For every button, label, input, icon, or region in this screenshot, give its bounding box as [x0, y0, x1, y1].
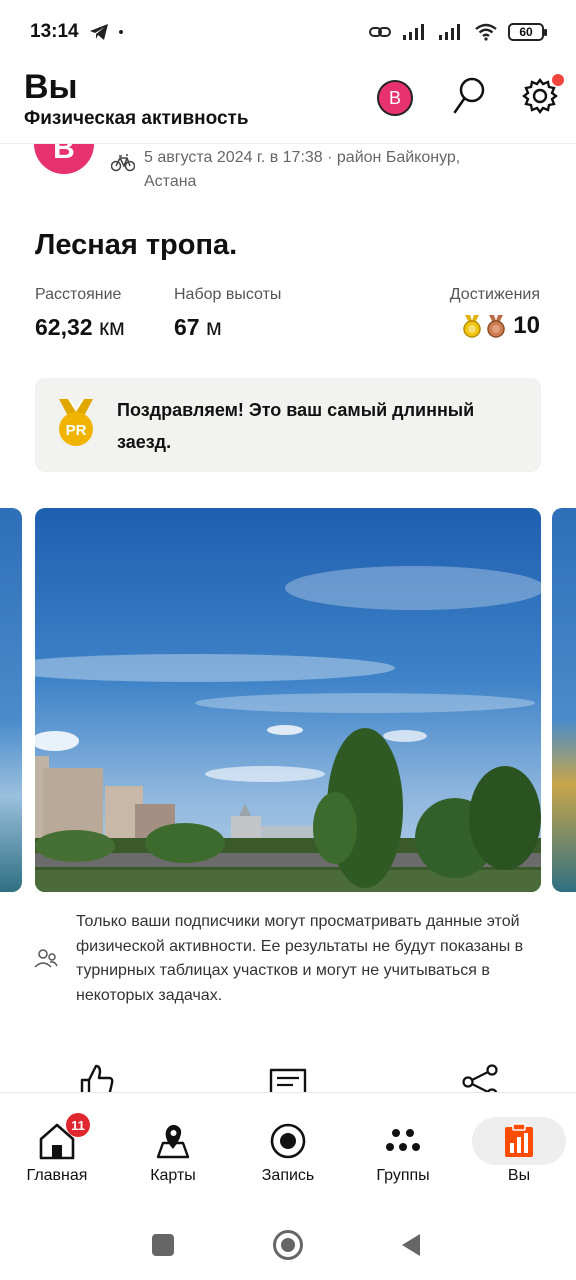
- bottom-navigation: Главная 11 Карты Запись Группы Вы: [0, 1092, 576, 1202]
- share-icon[interactable]: [460, 1062, 500, 1092]
- activity-actions: [0, 1062, 576, 1092]
- page-subtitle: Физическая активность: [24, 108, 249, 129]
- activity-photo[interactable]: [35, 508, 541, 892]
- bicycle-icon: [111, 154, 135, 172]
- elevation-number: 67: [174, 314, 200, 340]
- profile-avatar-button[interactable]: B: [377, 80, 413, 116]
- home-button-dot: [281, 1238, 295, 1252]
- followers-icon: [34, 949, 58, 968]
- photo-previous[interactable]: [0, 508, 22, 892]
- like-icon[interactable]: [78, 1062, 116, 1092]
- app-header: Вы Физическая активность B: [0, 64, 576, 144]
- elevation-unit: м: [205, 314, 222, 340]
- nav-record[interactable]: Запись: [238, 1117, 338, 1197]
- pr-medal-icon: PR: [59, 398, 93, 446]
- battery-icon: 60: [508, 23, 547, 41]
- bronze-medal-icon: [487, 315, 506, 338]
- groups-icon: [386, 1129, 420, 1151]
- nav-groups-label: Группы: [376, 1167, 430, 1184]
- wifi-icon: [475, 23, 497, 41]
- nav-home-label: Главная: [26, 1167, 88, 1184]
- notification-dot: [552, 74, 564, 86]
- privacy-text: Только ваши подписчики могут просматрива…: [76, 913, 524, 1004]
- activity-photo-image: [35, 508, 541, 892]
- pr-badge-text: PR: [66, 422, 87, 439]
- link-icon: [369, 27, 391, 37]
- nav-record-label: Запись: [261, 1167, 315, 1184]
- status-bar: 13:14 60: [0, 0, 576, 64]
- gold-medal-icon: [463, 315, 482, 338]
- status-right: 60: [368, 23, 547, 41]
- achievements[interactable]: 10: [461, 312, 540, 340]
- achievements-count: 10: [513, 312, 540, 339]
- nav-maps[interactable]: Карты: [123, 1117, 223, 1197]
- nav-you-label: Вы: [507, 1167, 531, 1184]
- record-icon: [270, 1123, 306, 1159]
- recent-apps-button[interactable]: [152, 1234, 174, 1256]
- profile-stats-icon: [505, 1123, 533, 1157]
- nav-you[interactable]: Вы: [469, 1117, 569, 1197]
- elevation-value: 67 м: [174, 314, 222, 341]
- search-icon[interactable]: [452, 76, 488, 116]
- photo-next[interactable]: [552, 508, 576, 892]
- photo-carousel[interactable]: [0, 508, 576, 892]
- distance-number: 62,32: [35, 314, 93, 340]
- system-navigation: [0, 1202, 576, 1280]
- distance-value: 62,32 км: [35, 314, 125, 341]
- home-notification-badge: 11: [66, 1113, 90, 1137]
- athlete-avatar[interactable]: B: [34, 144, 94, 174]
- activity-title: Лесная тропа.: [35, 229, 238, 261]
- achievements-label: Достижения: [449, 286, 540, 303]
- nav-maps-label: Карты: [150, 1167, 196, 1184]
- signal-icon-2: [439, 24, 460, 40]
- distance-unit: км: [98, 314, 125, 340]
- telegram-icon: [89, 24, 108, 40]
- signal-icon: [403, 24, 424, 40]
- elevation-label: Набор высоты: [174, 286, 282, 303]
- page-title: Вы: [24, 68, 78, 106]
- back-button[interactable]: [400, 1232, 422, 1258]
- home-button[interactable]: [273, 1230, 303, 1260]
- pr-card[interactable]: PR Поздравляем! Это ваш самый длинный за…: [35, 378, 541, 472]
- dot-icon: [118, 30, 123, 34]
- nav-home[interactable]: Главная: [7, 1117, 107, 1197]
- pr-message: Поздравляем! Это ваш самый длинный заезд…: [117, 400, 475, 452]
- status-left: 13:14: [30, 21, 123, 43]
- activity-meta: 5 августа 2024 г. в 17:38 · район Байкон…: [144, 149, 461, 190]
- nav-groups[interactable]: Группы: [353, 1117, 453, 1197]
- distance-label: Расстояние: [35, 286, 122, 303]
- map-icon: [156, 1124, 190, 1159]
- activity-content: B 5 августа 2024 г. в 17:38 · район Байк…: [0, 144, 576, 1092]
- comment-icon[interactable]: [268, 1062, 308, 1092]
- status-time: 13:14: [30, 21, 79, 42]
- privacy-note: Только ваши подписчики могут просматрива…: [0, 910, 576, 1010]
